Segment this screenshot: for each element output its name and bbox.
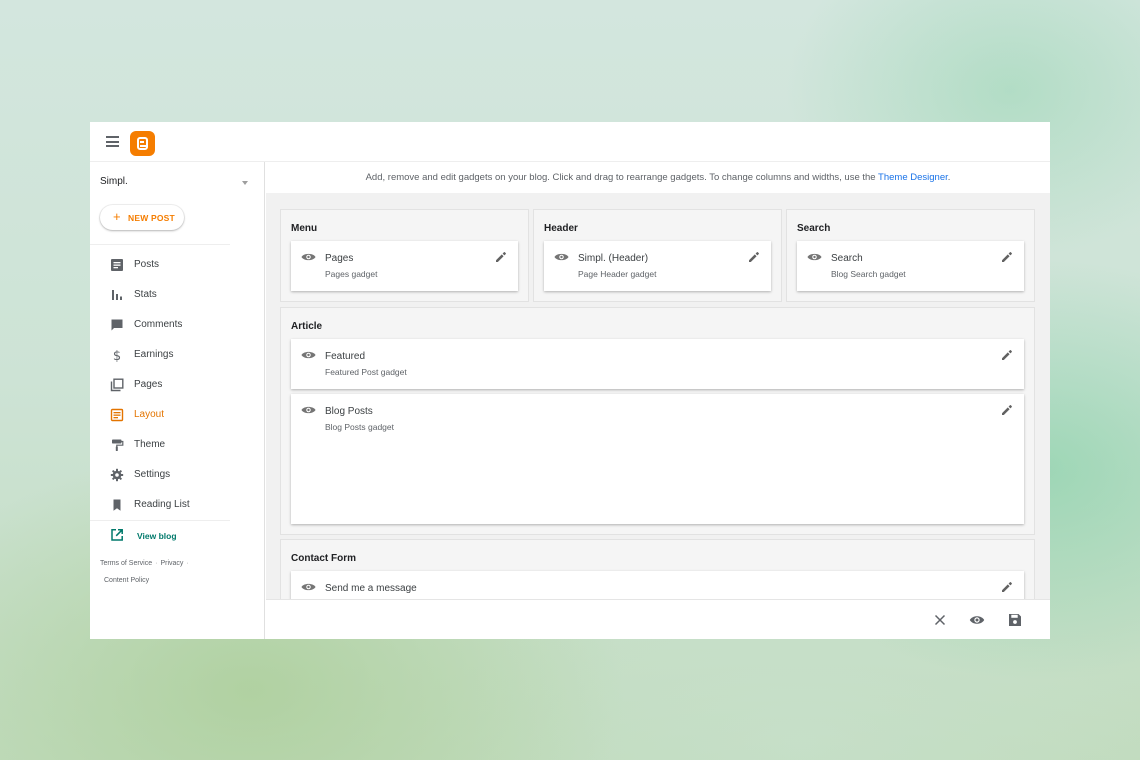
gadget-title: Send me a message	[325, 583, 417, 594]
svg-text:$: $	[113, 349, 121, 362]
blog-selector[interactable]: Simpl.	[100, 176, 255, 192]
edit-pencil-icon[interactable]	[1001, 251, 1013, 263]
sidebar-item-earnings[interactable]: $ Earnings	[90, 340, 230, 370]
gadget-subtitle: Featured Post gadget	[325, 367, 407, 377]
info-text: Add, remove and edit gadgets on your blo…	[365, 172, 876, 183]
section-article: Article Featured Featured Post gadget Bl…	[280, 307, 1035, 535]
sidebar-item-stats[interactable]: Stats	[90, 280, 230, 310]
divider	[90, 244, 230, 245]
content-policy-link[interactable]: Content Policy	[104, 577, 149, 584]
section-title: Menu	[291, 223, 318, 234]
gadget-card[interactable]: Featured Featured Post gadget	[291, 339, 1024, 389]
privacy-link[interactable]: Privacy	[160, 560, 183, 567]
paint-roller-icon	[112, 439, 124, 451]
blogger-logo-icon[interactable]	[130, 131, 155, 156]
section-title: Search	[797, 223, 831, 234]
edit-pencil-icon[interactable]	[495, 251, 507, 263]
sidebar-item-label: Earnings	[134, 349, 174, 360]
bookmark-icon	[113, 499, 121, 511]
gadget-subtitle: Blog Search gadget	[831, 269, 906, 279]
sidebar-item-label: Comments	[134, 319, 183, 330]
gadget-title: Featured	[325, 351, 366, 362]
visibility-icon[interactable]	[807, 252, 822, 262]
gadget-title: Simpl. (Header)	[578, 253, 649, 264]
edit-pencil-icon[interactable]	[1001, 581, 1013, 593]
sidebar-item-settings[interactable]: Settings	[90, 460, 230, 490]
gadget-title: Pages	[325, 253, 354, 264]
gadget-card[interactable]: Blog Posts Blog Posts gadget	[291, 394, 1024, 524]
gadget-card[interactable]: Search Blog Search gadget	[797, 241, 1024, 291]
view-blog-link[interactable]: View blog	[90, 520, 230, 550]
sidebar-item-label: Posts	[134, 259, 160, 270]
section-title: Contact Form	[291, 553, 356, 564]
sidebar-item-comments[interactable]: Comments	[90, 310, 230, 340]
blogger-window: Simpl. + NEW POST Posts Stats Comments $…	[90, 122, 1050, 639]
gadget-title: Blog Posts	[325, 406, 373, 417]
gadget-subtitle: Blog Posts gadget	[325, 422, 394, 432]
sidebar-item-label: Reading List	[134, 499, 190, 510]
gear-icon	[110, 468, 124, 482]
sidebar-item-pages[interactable]: Pages	[90, 370, 230, 400]
gadget-card[interactable]: Pages Pages gadget	[291, 241, 518, 291]
edit-pencil-icon[interactable]	[1001, 349, 1013, 361]
close-icon[interactable]	[932, 612, 948, 628]
info-banner: Add, remove and edit gadgets on your blo…	[266, 162, 1050, 193]
sidebar-item-label: Theme	[134, 439, 166, 450]
open-in-new-icon	[111, 529, 123, 541]
sidebar-item-theme[interactable]: Theme	[90, 430, 230, 460]
visibility-icon[interactable]	[301, 350, 316, 360]
info-end: .	[947, 172, 951, 183]
bottom-action-bar	[266, 599, 1050, 639]
posts-icon	[111, 259, 123, 271]
layout-icon	[110, 408, 124, 422]
separator-dot: ·	[155, 560, 158, 567]
sidebar: Simpl. + NEW POST Posts Stats Comments $…	[90, 162, 265, 639]
section-header: Header Simpl. (Header) Page Header gadge…	[533, 209, 782, 302]
sidebar-item-layout[interactable]: Layout	[90, 400, 230, 430]
view-blog-label: View blog	[137, 531, 177, 541]
footer-links: Terms of Service · Privacy · Content Policy	[100, 555, 230, 589]
save-icon[interactable]	[1007, 612, 1023, 628]
layout-editor: Add, remove and edit gadgets on your blo…	[266, 162, 1050, 639]
edit-pencil-icon[interactable]	[1001, 404, 1013, 416]
sidebar-item-label: Stats	[134, 289, 157, 300]
sidebar-item-label: Layout	[134, 409, 165, 420]
pages-icon	[110, 378, 124, 392]
sidebar-item-label: Pages	[134, 379, 163, 390]
dollar-icon: $	[113, 349, 121, 362]
sidebar-item-posts[interactable]: Posts	[90, 250, 230, 280]
dropdown-caret-icon	[242, 181, 248, 185]
visibility-icon[interactable]	[301, 252, 316, 262]
eye-icon[interactable]	[969, 612, 985, 628]
separator-dot: ·	[186, 560, 189, 567]
sidebar-item-label: Settings	[134, 469, 171, 480]
gadget-subtitle: Pages gadget	[325, 269, 378, 279]
theme-designer-link[interactable]: Theme Designer	[878, 172, 948, 183]
stats-icon	[112, 290, 122, 300]
plus-icon: +	[113, 209, 121, 224]
terms-link[interactable]: Terms of Service	[100, 560, 152, 567]
visibility-icon[interactable]	[554, 252, 569, 262]
gadget-subtitle: Page Header gadget	[578, 269, 657, 279]
visibility-icon[interactable]	[301, 405, 316, 415]
top-app-bar	[90, 122, 1050, 162]
section-menu: Menu Pages Pages gadget	[280, 209, 529, 302]
hamburger-menu-icon[interactable]	[106, 136, 119, 147]
blog-name: Simpl.	[100, 176, 128, 187]
gadget-title: Search	[831, 253, 863, 264]
section-title: Article	[291, 321, 323, 332]
visibility-icon[interactable]	[301, 582, 316, 592]
section-search: Search Search Blog Search gadget	[786, 209, 1035, 302]
new-post-button[interactable]: + NEW POST	[100, 205, 184, 230]
sidebar-item-reading-list[interactable]: Reading List	[90, 490, 230, 520]
gadget-card[interactable]: Simpl. (Header) Page Header gadget	[544, 241, 771, 291]
section-title: Header	[544, 223, 578, 234]
new-post-label: NEW POST	[128, 213, 175, 223]
comments-icon	[111, 319, 123, 331]
edit-pencil-icon[interactable]	[748, 251, 760, 263]
